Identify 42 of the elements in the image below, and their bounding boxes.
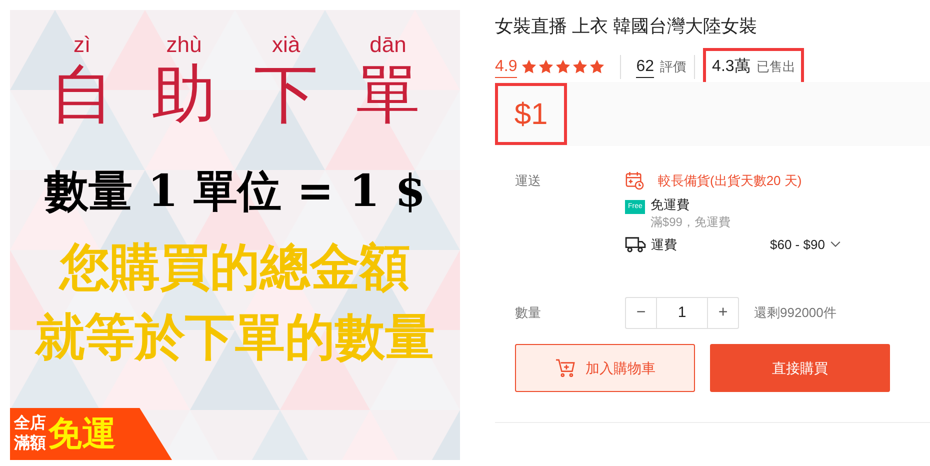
rating-score: 4.9 xyxy=(495,56,518,78)
reviews-count: 62 xyxy=(636,56,654,78)
quantity-label: 數量 xyxy=(515,304,542,322)
pinyin: zhù xyxy=(166,32,202,58)
buy-now-button[interactable]: 直接購買 xyxy=(710,344,890,392)
star-icon xyxy=(538,59,554,75)
headline-character: 單 xyxy=(356,58,420,130)
price: $1 xyxy=(514,96,548,132)
cart-icon xyxy=(554,358,576,378)
free-shipping-note: 滿$99，免運費 xyxy=(650,214,730,230)
pinyin: dān xyxy=(370,32,406,58)
badge-text: 滿額 xyxy=(14,434,46,454)
shipping-fee-label: 運費 xyxy=(651,236,678,254)
star-icon xyxy=(572,59,588,75)
sold-count: 4.3萬 xyxy=(712,56,750,77)
decrease-button[interactable]: − xyxy=(625,297,657,329)
promo-text: 就等於下單的數量 xyxy=(35,308,435,367)
shipping-label: 運送 xyxy=(515,172,542,190)
quantity-field[interactable]: 1 xyxy=(657,297,707,329)
badge-text: 全店 xyxy=(14,414,46,434)
reviews-label: 評價 xyxy=(660,58,686,76)
headline-character: 自 xyxy=(50,58,114,130)
star-icon xyxy=(521,59,538,75)
preparation-time: 較長備貨(出貨天數20 天) xyxy=(658,172,802,190)
product-title: 女裝直播 上衣 韓國台灣大陸女裝 xyxy=(495,15,758,38)
sold-label: 已售出 xyxy=(756,58,796,76)
calendar-clock-icon xyxy=(625,171,644,190)
pinyin: zì xyxy=(73,32,91,58)
shipping-fee-range: $60 - $90 xyxy=(770,236,825,254)
stock-remaining: 還剩992000件 xyxy=(754,304,836,322)
headline-character: 助 xyxy=(152,58,216,130)
badge-title: 免運 xyxy=(48,414,116,454)
star-icon xyxy=(589,59,606,75)
increase-button[interactable]: + xyxy=(707,297,739,329)
pinyin: xià xyxy=(272,32,300,58)
headline-character: 下 xyxy=(254,58,318,130)
star-icon xyxy=(555,59,572,75)
promo-text: 您購買的總金額 xyxy=(60,238,410,297)
rule-text: 數量 1 單位 = 1 $ xyxy=(44,165,426,219)
truck-icon xyxy=(625,236,646,253)
free-shipping-title: 免運費 xyxy=(650,196,690,214)
chevron-down-icon[interactable] xyxy=(830,240,841,248)
